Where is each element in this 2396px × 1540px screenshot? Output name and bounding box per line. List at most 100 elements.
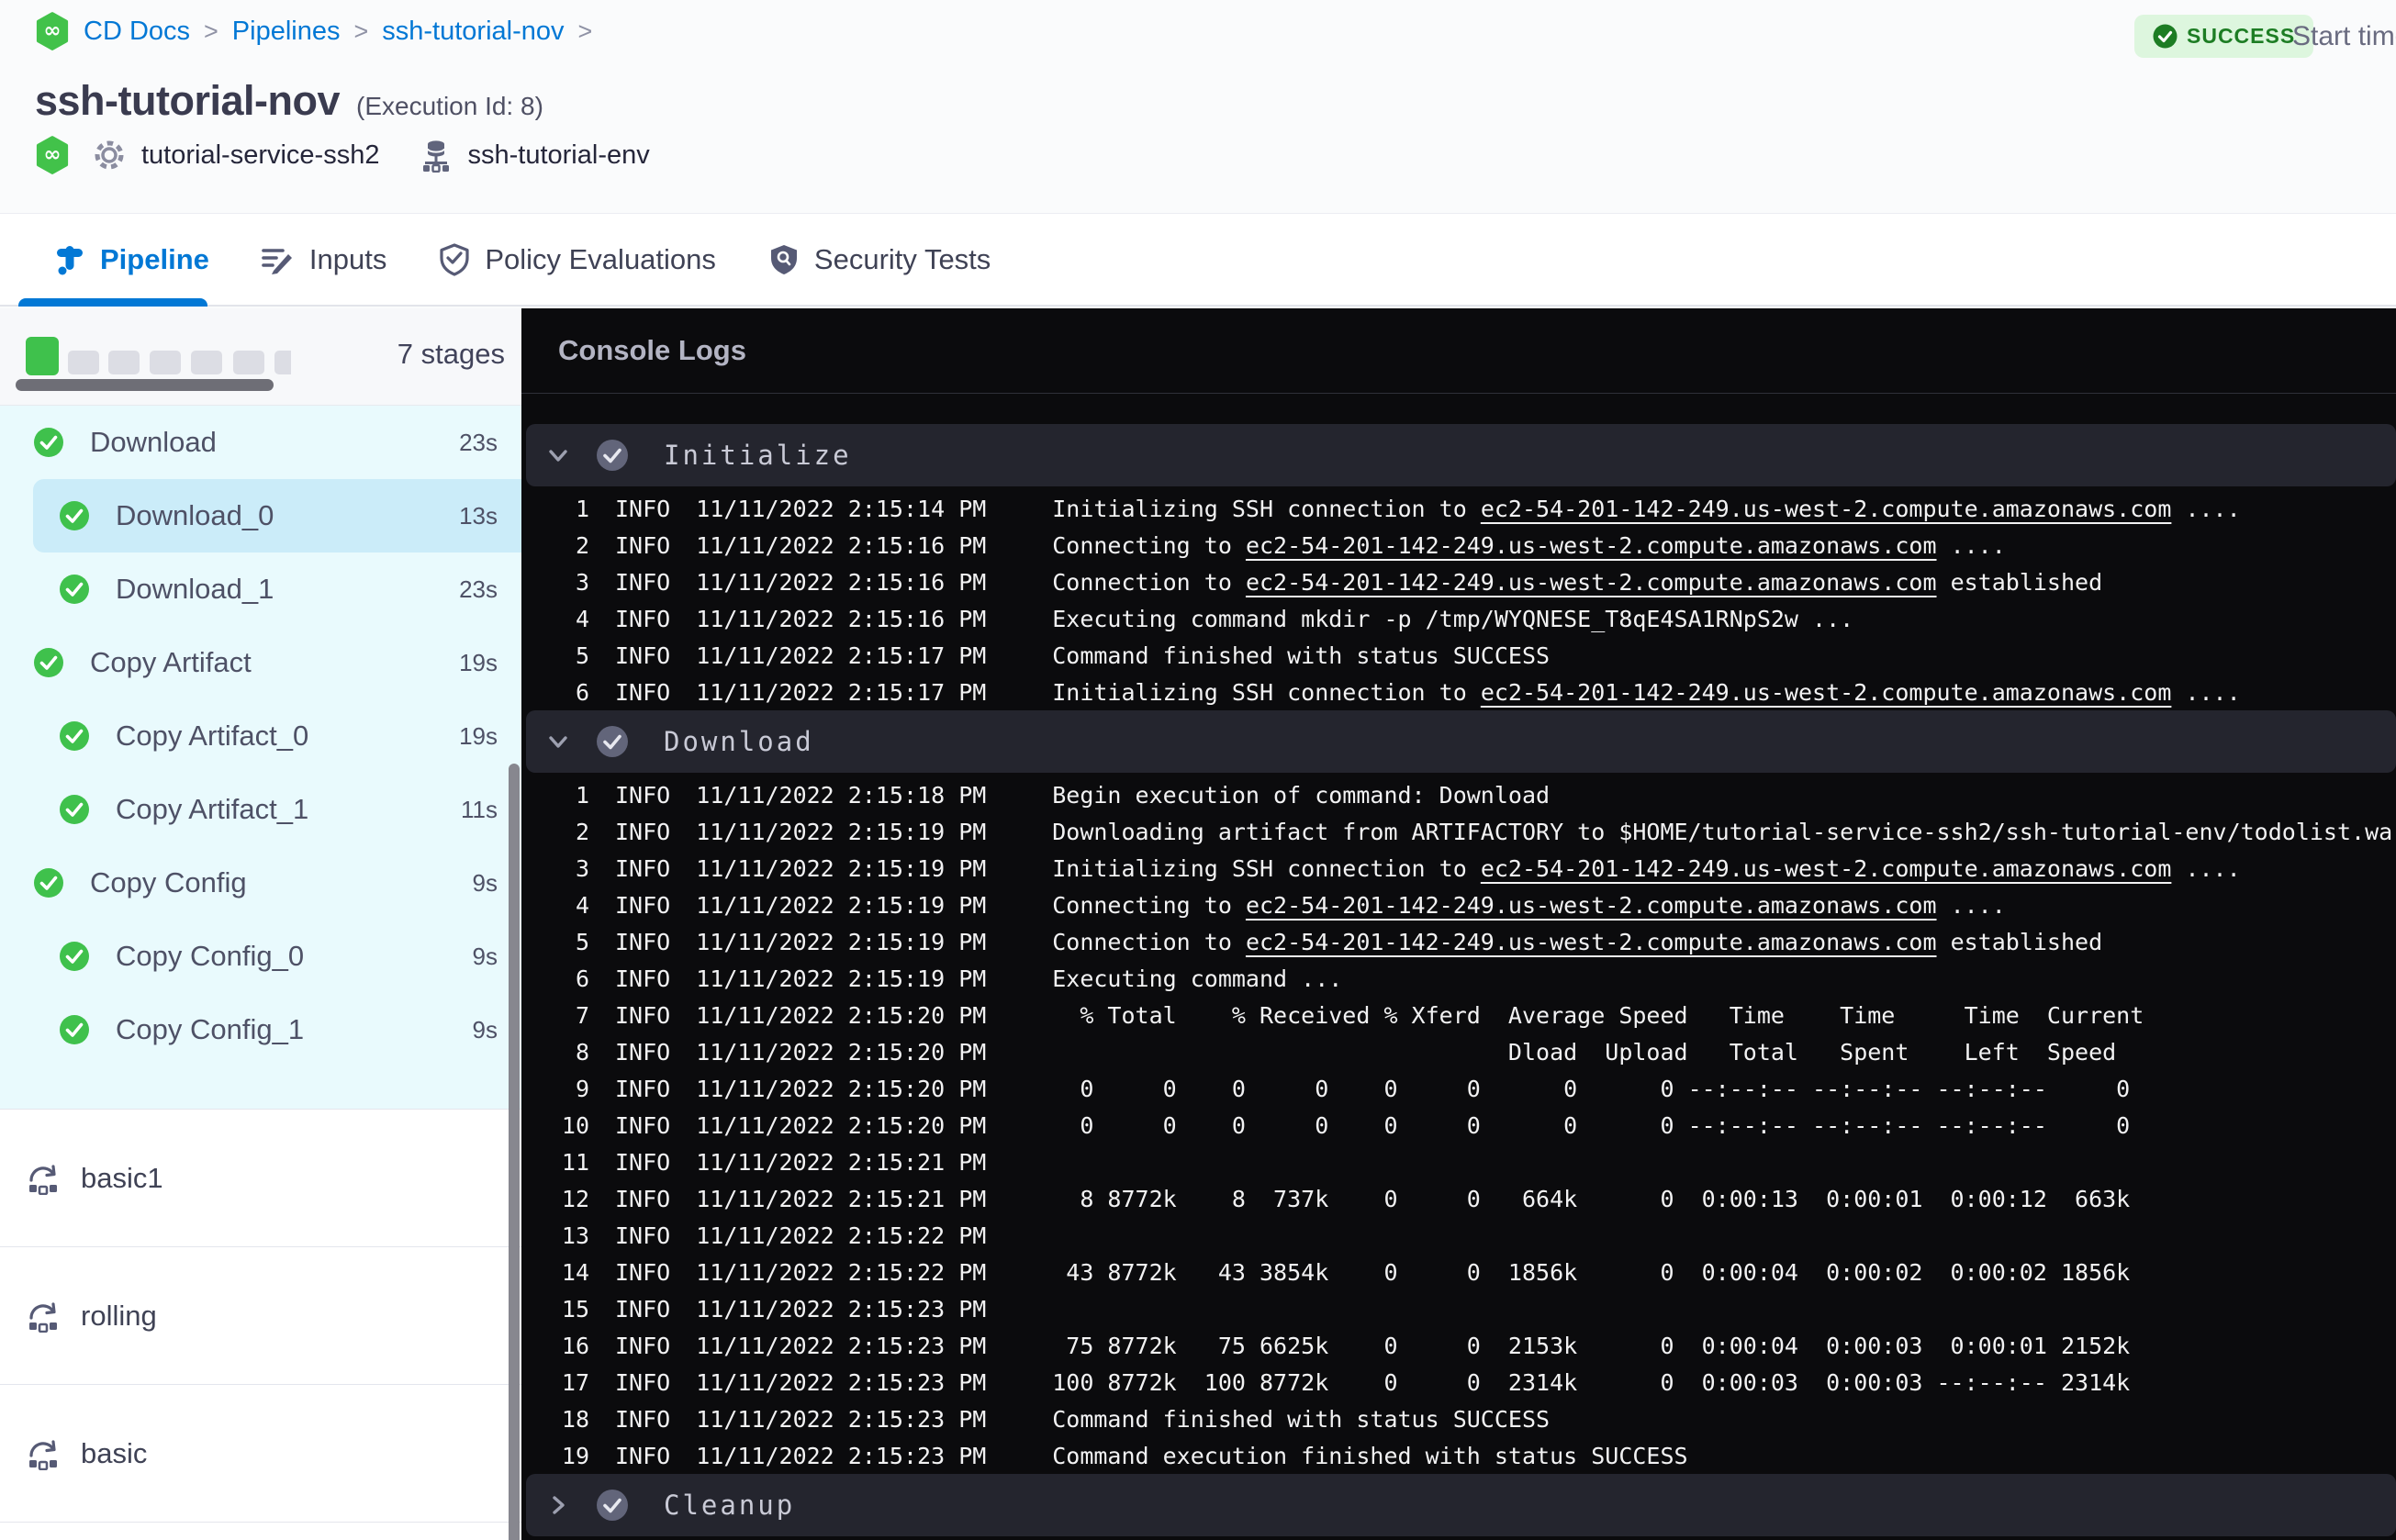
log-line: 3 INFO 11/11/2022 2:15:16 PM Connection …	[521, 564, 2396, 600]
chevron-down-icon[interactable]	[546, 730, 570, 753]
log-level: INFO	[615, 781, 671, 809]
log-timestamp: 11/11/2022 2:15:19 PM	[696, 965, 987, 992]
log-line-number: 3	[575, 568, 589, 596]
breadcrumb-link-pipeline-name[interactable]: ssh-tutorial-nov	[382, 17, 564, 47]
log-timestamp: 11/11/2022 2:15:22 PM	[696, 1258, 987, 1286]
log-level: INFO	[615, 1185, 671, 1212]
breadcrumb-link-pipelines[interactable]: Pipelines	[232, 17, 341, 47]
log-timestamp: 11/11/2022 2:15:20 PM	[696, 1038, 987, 1066]
log-level: INFO	[615, 1332, 671, 1359]
log-host-link[interactable]: ec2-54-201-142-249.us-west-2.compute.ama…	[1246, 532, 1937, 559]
log-line-number: 6	[575, 678, 589, 706]
log-line-number: 16	[561, 1332, 589, 1359]
log-line: 14 INFO 11/11/2022 2:15:22 PM 43 8772k 4…	[521, 1254, 2396, 1290]
stage-row[interactable]: Download_1 23s	[0, 552, 521, 626]
log-line-number: 7	[575, 1001, 589, 1029]
environment-name[interactable]: ssh-tutorial-env	[467, 140, 649, 171]
pipeline-row[interactable]: canary2	[0, 1523, 521, 1540]
stage-duration: 9s	[472, 942, 498, 970]
stage-duration: 9s	[472, 868, 498, 897]
title-row: ssh-tutorial-nov (Execution Id: 8)	[35, 77, 543, 125]
log-section-header[interactable]: Download	[526, 710, 2396, 773]
log-timestamp: 11/11/2022 2:15:23 PM	[696, 1332, 987, 1359]
log-section: Cleanup	[521, 1474, 2396, 1540]
log-line: 9 INFO 11/11/2022 2:15:20 PM 0 0 0 0 0 0…	[521, 1070, 2396, 1107]
log-host-link[interactable]: ec2-54-201-142-249.us-west-2.compute.ama…	[1246, 569, 1937, 596]
log-section-header[interactable]: Cleanup	[526, 1474, 2396, 1536]
minimap-scrollbar[interactable]	[16, 379, 274, 391]
log-line: 10 INFO 11/11/2022 2:15:20 PM 0 0 0 0 0 …	[521, 1107, 2396, 1144]
log-timestamp: 11/11/2022 2:15:22 PM	[696, 1222, 987, 1249]
log-line-number: 8	[575, 1038, 589, 1066]
stage-duration: 9s	[472, 1015, 498, 1043]
log-host-link[interactable]: ec2-54-201-142-249.us-west-2.compute.ama…	[1246, 892, 1937, 919]
stage-row[interactable]: Copy Artifact 19s	[0, 626, 521, 699]
tab-security-tests[interactable]: Security Tests	[767, 242, 991, 277]
service-gear-icon	[95, 140, 124, 170]
log-message: Dload Upload Total Spent Left Speed	[1052, 1038, 2117, 1066]
stage-row[interactable]: Copy Artifact_0 19s	[0, 699, 521, 773]
log-message: Begin execution of command: Download	[1052, 781, 1551, 809]
log-line-number: 19	[561, 1442, 589, 1469]
chevron-right-icon[interactable]	[546, 1493, 570, 1517]
log-message: 0 0 0 0 0 0 0 0 --:--:-- --:--:-- --:--:…	[1052, 1075, 2131, 1102]
environment-icon	[423, 140, 450, 173]
pipeline-row[interactable]: basic	[0, 1385, 521, 1523]
log-line-number: 12	[561, 1185, 589, 1212]
breadcrumb-link-cd-docs[interactable]: CD Docs	[84, 17, 190, 47]
log-line-number: 1	[575, 495, 589, 522]
log-line: 5 INFO 11/11/2022 2:15:17 PM Command fin…	[521, 637, 2396, 674]
log-line: 4 INFO 11/11/2022 2:15:16 PM Executing c…	[521, 600, 2396, 637]
sidebar-scrollbar[interactable]	[509, 764, 520, 1540]
log-line-number: 2	[575, 531, 589, 559]
tab-inputs[interactable]: Inputs	[261, 243, 386, 276]
log-level: INFO	[615, 965, 671, 992]
log-section-header[interactable]: Initialize	[526, 424, 2396, 486]
console-panel: Console Logs Initialize 1 INFO 11/11/202…	[521, 308, 2396, 1540]
service-name[interactable]: tutorial-service-ssh2	[141, 140, 379, 171]
log-level: INFO	[615, 1405, 671, 1433]
tab-pipeline[interactable]: Pipeline	[53, 242, 209, 277]
stage-row[interactable]: Copy Config 9s	[0, 846, 521, 920]
log-line: 13 INFO 11/11/2022 2:15:22 PM	[521, 1217, 2396, 1254]
log-level: INFO	[615, 891, 671, 919]
log-level: INFO	[615, 495, 671, 522]
stage-row[interactable]: Copy Config_0 9s	[0, 920, 521, 993]
log-host-link[interactable]: ec2-54-201-142-249.us-west-2.compute.ama…	[1481, 496, 2172, 522]
pipeline-row[interactable]: rolling	[0, 1247, 521, 1385]
log-host-link[interactable]: ec2-54-201-142-249.us-west-2.compute.ama…	[1246, 929, 1937, 955]
stage-row[interactable]: Copy Artifact_1 11s	[0, 773, 521, 846]
log-host-link[interactable]: ec2-54-201-142-249.us-west-2.compute.ama…	[1481, 679, 2172, 706]
log-level: INFO	[615, 605, 671, 632]
stage-success-icon	[60, 721, 89, 751]
stage-success-icon	[60, 942, 89, 971]
stage-row[interactable]: Copy Config_1 9s	[0, 993, 521, 1066]
log-timestamp: 11/11/2022 2:15:20 PM	[696, 1111, 987, 1139]
log-level: INFO	[615, 854, 671, 882]
pipeline-row[interactable]: basic1	[0, 1110, 521, 1247]
stage-duration: 23s	[459, 428, 498, 456]
log-host-link[interactable]: ec2-54-201-142-249.us-west-2.compute.ama…	[1481, 855, 2172, 882]
tab-security-tests-label: Security Tests	[813, 242, 991, 275]
tab-policy-evaluations[interactable]: Policy Evaluations	[438, 242, 716, 277]
chevron-down-icon[interactable]	[546, 443, 570, 467]
log-line-number: 9	[575, 1075, 589, 1102]
log-timestamp: 11/11/2022 2:15:16 PM	[696, 605, 987, 632]
stage-row[interactable]: Download_0 13s	[0, 479, 521, 552]
log-timestamp: 11/11/2022 2:15:21 PM	[696, 1185, 987, 1212]
log-level: INFO	[615, 1442, 671, 1469]
log-timestamp: 11/11/2022 2:15:17 PM	[696, 678, 987, 706]
log-line-number: 5	[575, 928, 589, 955]
stage-row[interactable]: Download 23s	[0, 406, 521, 479]
tab-policy-evaluations-label: Policy Evaluations	[485, 242, 716, 275]
stage-name: Download	[90, 426, 217, 458]
log-timestamp: 11/11/2022 2:15:14 PM	[696, 495, 987, 522]
rolling-deploy-icon	[29, 1301, 57, 1333]
log-line: 17 INFO 11/11/2022 2:15:23 PM 100 8772k …	[521, 1364, 2396, 1401]
log-line: 19 INFO 11/11/2022 2:15:23 PM Command ex…	[521, 1437, 2396, 1474]
log-section-name: Initialize	[664, 440, 852, 471]
stage-name: Copy Artifact	[90, 646, 252, 678]
log-timestamp: 11/11/2022 2:15:18 PM	[696, 781, 987, 809]
log-line-number: 4	[575, 605, 589, 632]
log-message: Executing command ...	[1052, 965, 1343, 992]
